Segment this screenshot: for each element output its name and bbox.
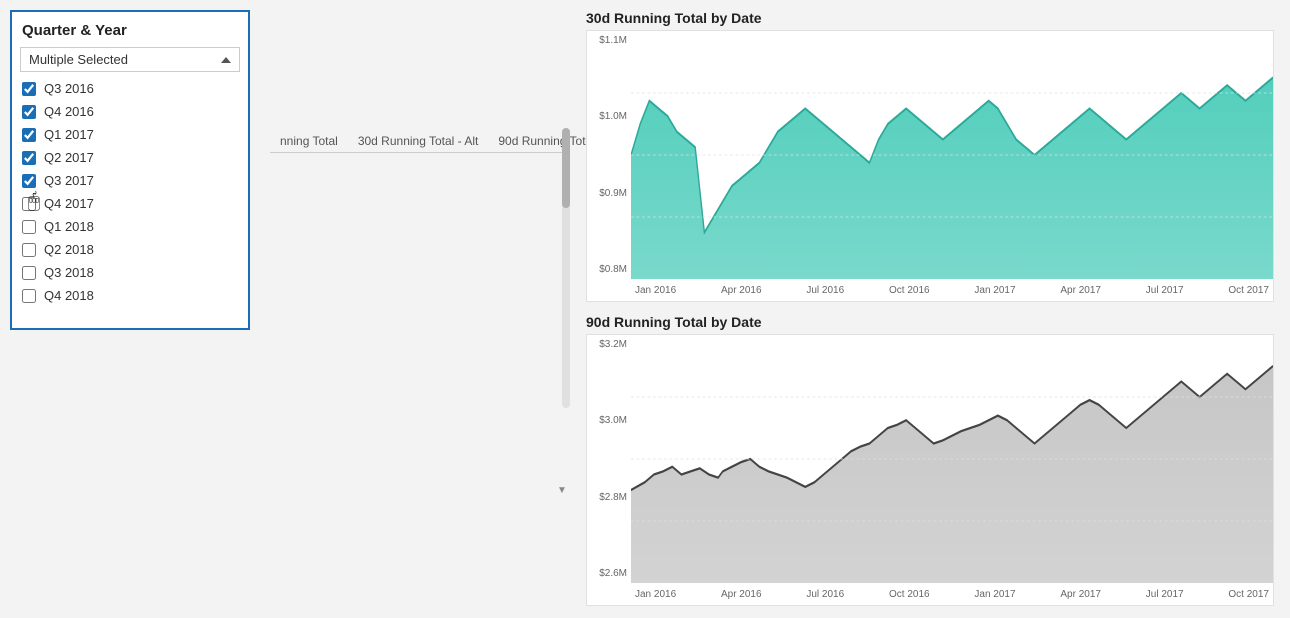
vertical-scrollbar[interactable] bbox=[562, 128, 570, 408]
checkbox-input[interactable] bbox=[22, 289, 36, 303]
checkbox-label: Q3 2018 bbox=[44, 265, 94, 280]
x-axis-label: Jan 2017 bbox=[974, 285, 1015, 296]
checkbox-item[interactable]: Q2 2017 bbox=[20, 147, 236, 168]
x-axis-label: Jan 2017 bbox=[974, 589, 1015, 600]
dropdown-label: Multiple Selected bbox=[29, 52, 128, 67]
middle-tabs: nning Total30d Running Total - Alt90d Ru… bbox=[260, 0, 570, 618]
checkbox-label: Q4 2018 bbox=[44, 288, 94, 303]
y-axis-label: $2.8M bbox=[587, 492, 631, 503]
checkbox-label: Q2 2018 bbox=[44, 242, 94, 257]
checkbox-input[interactable] bbox=[22, 243, 36, 257]
y-axis-label: $1.0M bbox=[587, 111, 631, 122]
chart1-area bbox=[631, 31, 1273, 279]
checkbox-input[interactable] bbox=[22, 266, 36, 280]
checkbox-input[interactable] bbox=[22, 105, 36, 119]
dropdown-header[interactable]: Multiple Selected bbox=[20, 47, 240, 72]
x-axis-label: Jan 2016 bbox=[635, 589, 676, 600]
chart2-title: 90d Running Total by Date bbox=[586, 314, 1274, 330]
left-panel: Quarter & Year Multiple Selected Q3 2016… bbox=[0, 0, 260, 618]
x-axis-label: Jul 2016 bbox=[806, 285, 844, 296]
x-axis-label: Oct 2017 bbox=[1228, 285, 1269, 296]
x-axis-label: Apr 2016 bbox=[721, 589, 762, 600]
checkbox-label: Q2 2017 bbox=[44, 150, 94, 165]
chart2-svg bbox=[631, 335, 1273, 583]
checkbox-item[interactable]: Q3 2018 bbox=[20, 262, 236, 283]
checkbox-item[interactable]: Q4 2017 bbox=[20, 193, 236, 214]
checkbox-label: Q4 2017 bbox=[44, 196, 94, 211]
checkbox-item[interactable]: Q1 2017 bbox=[20, 124, 236, 145]
checkbox-list: Q3 2016 Q4 2016 Q1 2017 Q2 2017 Q3 2017 Q4 20… bbox=[20, 78, 240, 306]
x-axis-label: Oct 2016 bbox=[889, 589, 930, 600]
checkbox-label: Q1 2018 bbox=[44, 219, 94, 234]
chevron-up-icon bbox=[221, 57, 231, 63]
checkbox-item[interactable]: Q3 2016 bbox=[20, 78, 236, 99]
y-axis-label: $3.2M bbox=[587, 339, 631, 350]
checkbox-label: Q3 2016 bbox=[44, 81, 94, 96]
checkbox-label: Q3 2017 bbox=[44, 173, 94, 188]
checkbox-item[interactable]: Q2 2018 bbox=[20, 239, 236, 260]
x-axis-label: Apr 2016 bbox=[721, 285, 762, 296]
checkbox-input[interactable] bbox=[22, 128, 36, 142]
scrollbar-thumb[interactable] bbox=[562, 128, 570, 208]
checkbox-input[interactable] bbox=[22, 151, 36, 165]
x-axis-label: Jul 2017 bbox=[1146, 285, 1184, 296]
checkbox-label: Q1 2017 bbox=[44, 127, 94, 142]
checkbox-item[interactable]: Q3 2017 bbox=[20, 170, 236, 191]
charts-panel: 30d Running Total by Date $1.1M $1.0M $0.9… bbox=[570, 0, 1290, 618]
y-axis-label: $1.1M bbox=[587, 35, 631, 46]
chart1-x-axis: Jan 2016 Apr 2016 Jul 2016 Oct 2016 Jan 2017… bbox=[631, 279, 1273, 301]
checkbox-item[interactable]: Q4 2018 bbox=[20, 285, 236, 306]
chart2-x-axis: Jan 2016 Apr 2016 Jul 2016 Oct 2016 Jan 2017… bbox=[631, 583, 1273, 605]
x-axis-label: Oct 2017 bbox=[1228, 589, 1269, 600]
chart2-area bbox=[631, 335, 1273, 583]
y-axis-label: $2.6M bbox=[587, 568, 631, 579]
chart1-container: $1.1M $1.0M $0.9M $0.8M bbox=[586, 30, 1274, 302]
checkbox-label: Q4 2016 bbox=[44, 104, 94, 119]
chart2-y-axis: $3.2M $3.0M $2.8M $2.6M bbox=[587, 335, 631, 583]
y-axis-label: $3.0M bbox=[587, 415, 631, 426]
x-axis-label: Apr 2017 bbox=[1060, 589, 1101, 600]
scroll-down-arrow[interactable]: ▼ bbox=[554, 482, 570, 498]
chart2-section: 90d Running Total by Date $3.2M $3.0M $2.8… bbox=[586, 314, 1274, 608]
x-axis-label: Jul 2017 bbox=[1146, 589, 1184, 600]
checkbox-input[interactable] bbox=[22, 82, 36, 96]
filter-title: Quarter & Year bbox=[20, 22, 240, 39]
checkbox-input[interactable] bbox=[22, 197, 36, 211]
x-axis-label: Jul 2016 bbox=[806, 589, 844, 600]
checkbox-input[interactable] bbox=[22, 220, 36, 234]
x-axis-label: Jan 2016 bbox=[635, 285, 676, 296]
chart2-container: $3.2M $3.0M $2.8M $2.6M bbox=[586, 334, 1274, 606]
chart1-title: 30d Running Total by Date bbox=[586, 10, 1274, 26]
checkbox-item[interactable]: Q4 2016 bbox=[20, 101, 236, 122]
x-axis-label: Oct 2016 bbox=[889, 285, 930, 296]
filter-box: Quarter & Year Multiple Selected Q3 2016… bbox=[10, 10, 250, 330]
checkbox-input[interactable] bbox=[22, 174, 36, 188]
checkbox-item[interactable]: Q1 2018 bbox=[20, 216, 236, 237]
x-axis-label: Apr 2017 bbox=[1060, 285, 1101, 296]
chart1-y-axis: $1.1M $1.0M $0.9M $0.8M bbox=[587, 31, 631, 279]
chart1-svg bbox=[631, 31, 1273, 279]
chart1-section: 30d Running Total by Date $1.1M $1.0M $0.9… bbox=[586, 10, 1274, 304]
tab-item[interactable]: 30d Running Total - Alt bbox=[348, 130, 489, 152]
tabs-row: nning Total30d Running Total - Alt90d Ru… bbox=[270, 130, 570, 153]
tab-item[interactable]: nning Total bbox=[270, 130, 348, 152]
y-axis-label: $0.9M bbox=[587, 188, 631, 199]
y-axis-label: $0.8M bbox=[587, 264, 631, 275]
